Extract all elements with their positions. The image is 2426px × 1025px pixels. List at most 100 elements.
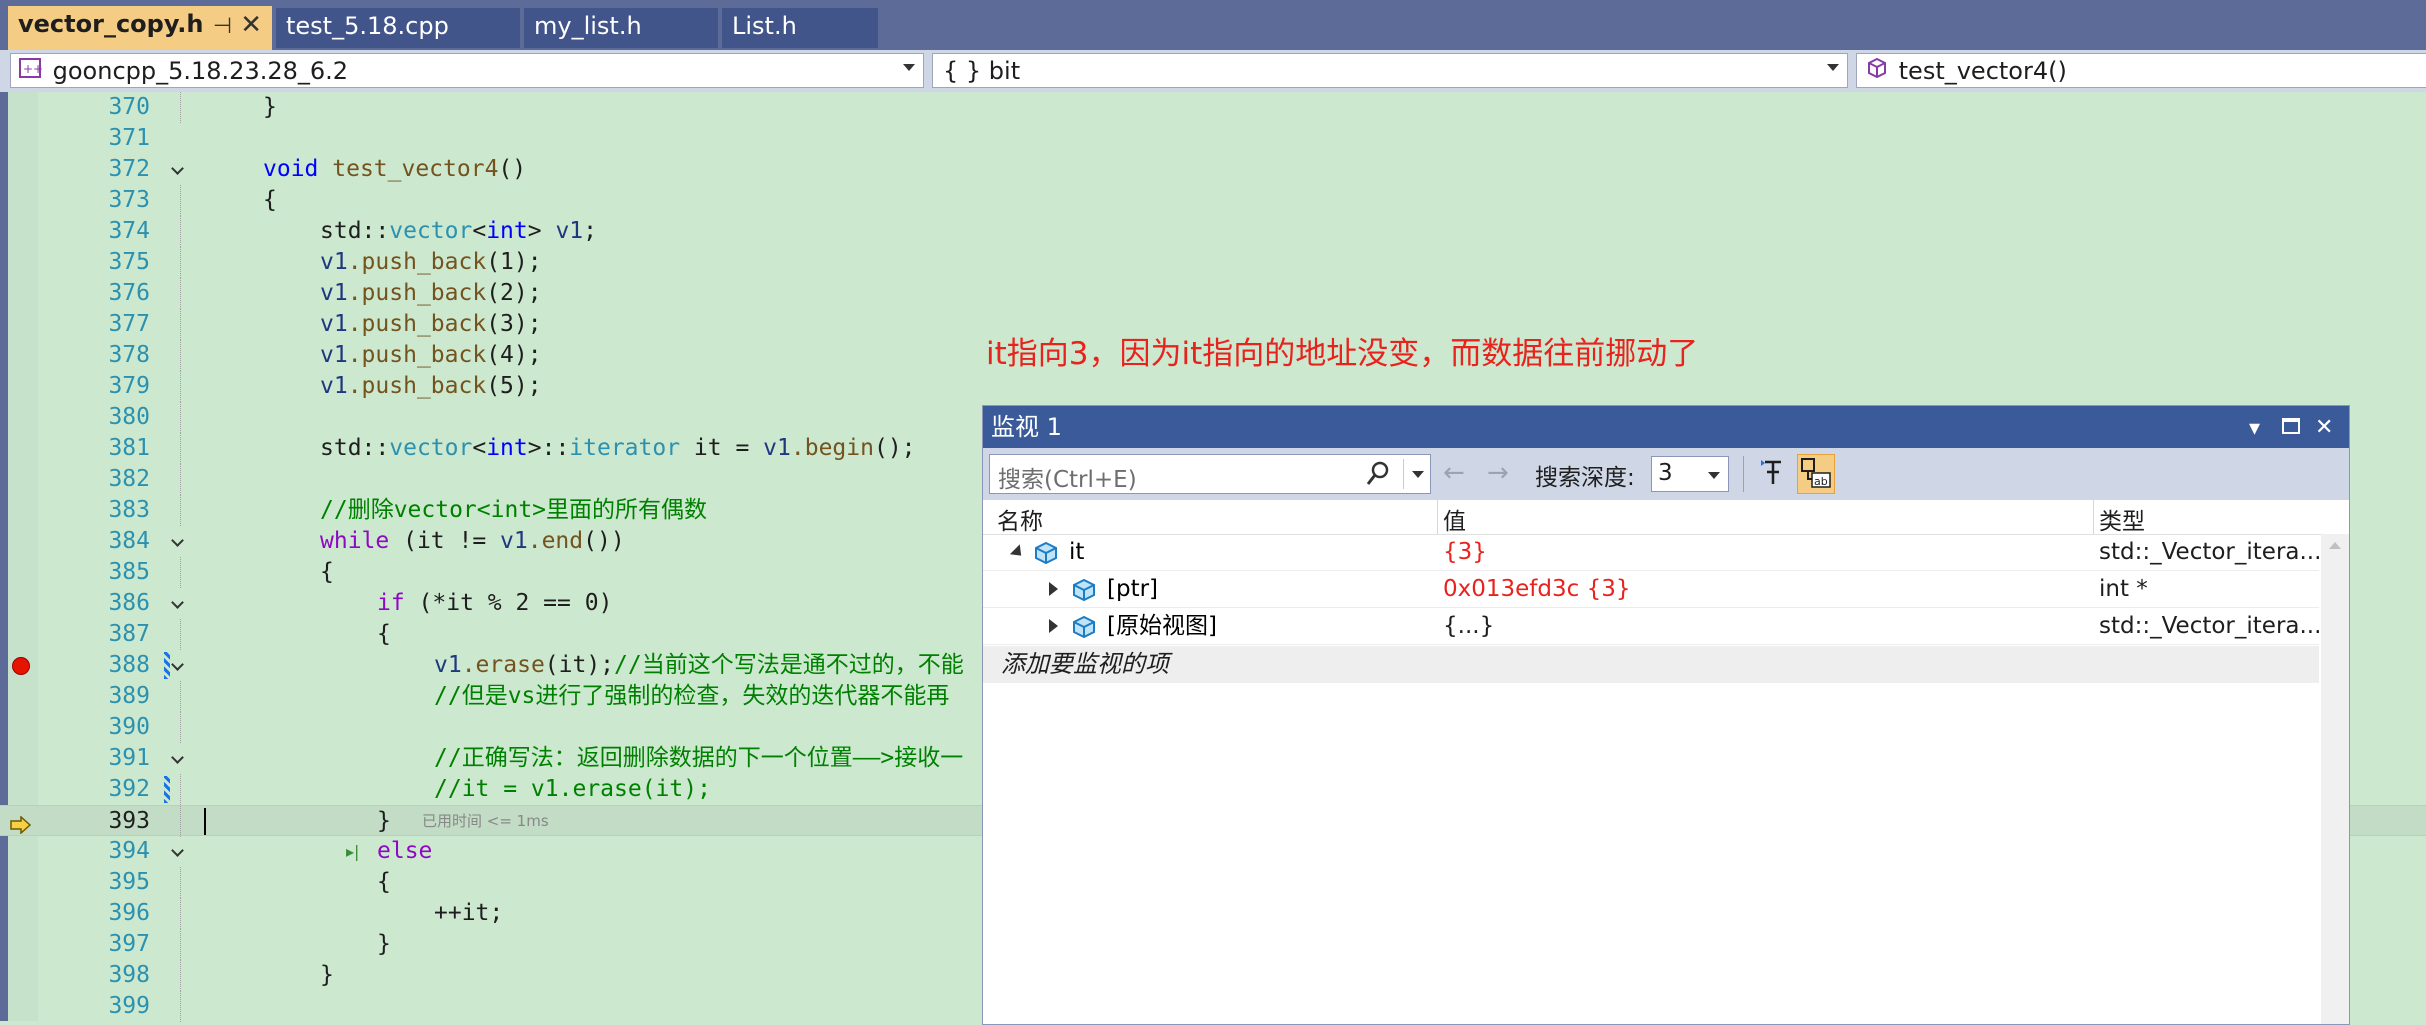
function-dropdown[interactable]: test_vector4(): [1856, 53, 2426, 88]
collapse-triangle-icon[interactable]: [1009, 544, 1027, 561]
watch-row-raw-view[interactable]: [原始视图] {...} std::_Vector_itera...: [983, 608, 2319, 645]
code-text: {: [320, 559, 334, 585]
line-number: 389: [108, 683, 150, 709]
code-line: 376 v1.push_back(2);: [0, 278, 2426, 309]
line-number: 392: [108, 776, 150, 802]
execution-pointer-icon[interactable]: [10, 812, 32, 835]
line-number: 388: [108, 652, 150, 678]
breakpoint-icon[interactable]: [12, 657, 30, 675]
function-name: test_vector4(): [1898, 57, 2067, 85]
chevron-down-icon: [903, 64, 915, 71]
watch-var-type: std::_Vector_itera...: [2099, 613, 2319, 639]
chevron-down-icon: [1708, 472, 1720, 479]
line-number: 397: [108, 931, 150, 957]
line-number: 382: [108, 466, 150, 492]
code-text: else: [377, 838, 433, 864]
code-text: {: [263, 187, 277, 213]
column-header-value[interactable]: 值: [1443, 502, 1466, 536]
variable-object-icon: [1071, 577, 1097, 603]
code-text: v1.push_back(5);: [320, 373, 542, 399]
line-number: 387: [108, 621, 150, 647]
watch-title-bar[interactable]: 监视 1 ▾ ✕: [983, 406, 2349, 448]
watch-row-it[interactable]: it {3} std::_Vector_itera...: [983, 534, 2319, 571]
close-icon[interactable]: ✕: [2315, 407, 2333, 449]
scope-dropdown[interactable]: { } bit: [932, 53, 1848, 88]
watch-var-value[interactable]: {3}: [1443, 534, 1487, 571]
watch-scrollbar[interactable]: [2321, 534, 2349, 1024]
chevron-down-icon[interactable]: [1412, 471, 1424, 478]
tab-list-h[interactable]: List.h: [722, 8, 878, 48]
add-watch-item[interactable]: 添加要监视的项: [983, 646, 2319, 683]
project-dropdown[interactable]: ++ gooncpp_5.18.23.28_6.2: [10, 53, 924, 88]
column-header-name[interactable]: 名称: [997, 502, 1043, 536]
code-text: ++it;: [434, 900, 504, 926]
watch-window[interactable]: 监视 1 ▾ ✕ 搜索(Ctrl+E) ← → 搜索深度: 3 ab 名称 值 …: [982, 405, 2350, 1025]
search-icon[interactable]: [1366, 461, 1390, 493]
tab-test-5-18-cpp[interactable]: test_5.18.cpp: [276, 8, 520, 48]
tab-my-list-h[interactable]: my_list.h: [524, 8, 718, 48]
code-text: if (*it % 2 == 0): [377, 590, 613, 616]
chevron-down-icon: [1827, 64, 1839, 71]
line-number: 384: [108, 528, 150, 554]
watch-title: 监视 1: [991, 413, 1062, 441]
line-number: 377: [108, 311, 150, 337]
fold-toggle[interactable]: [172, 535, 184, 547]
line-number: 381: [108, 435, 150, 461]
hex-display-toggle[interactable]: ab: [1797, 454, 1835, 494]
line-number: 398: [108, 962, 150, 988]
code-comment: //正确写法：返回删除数据的下一个位置——>接收一: [434, 745, 964, 771]
search-placeholder: 搜索(Ctrl+E): [998, 467, 1137, 493]
line-number: 383: [108, 497, 150, 523]
watch-row-ptr[interactable]: [ptr] 0x013efd3c {3} int *: [983, 571, 2319, 608]
fold-toggle[interactable]: [172, 845, 184, 857]
watch-var-value[interactable]: {...}: [1443, 608, 1494, 645]
search-previous-icon[interactable]: ←: [1443, 458, 1465, 488]
code-text: }: [377, 808, 391, 834]
code-line: 374 std::vector<int> v1;: [0, 216, 2426, 247]
line-number: 380: [108, 404, 150, 430]
column-header-type[interactable]: 类型: [2099, 502, 2145, 536]
watch-var-name: [原始视图]: [1107, 613, 1217, 639]
code-line: 370 }: [0, 92, 2426, 123]
watch-search-input[interactable]: 搜索(Ctrl+E): [989, 454, 1431, 494]
watch-var-value[interactable]: 0x013efd3c {3}: [1443, 571, 1630, 608]
line-number: 390: [108, 714, 150, 740]
line-number: 375: [108, 249, 150, 275]
fold-toggle[interactable]: [172, 597, 184, 609]
watch-var-name: it: [1069, 539, 1085, 565]
run-to-click-icon[interactable]: ▸|: [346, 836, 359, 867]
perf-tip[interactable]: 已用时间 <= 1ms: [422, 806, 549, 837]
code-text: v1.push_back(3);: [320, 311, 542, 337]
window-menu-icon[interactable]: ▾: [2249, 408, 2260, 450]
line-number: 378: [108, 342, 150, 368]
code-comment: //删除vector<int>里面的所有偶数: [320, 497, 708, 523]
code-comment: //it = v1.erase(it);: [434, 776, 711, 802]
code-comment: //但是vs进行了强制的检查，失效的迭代器不能再: [434, 683, 950, 709]
tab-vector-copy-h[interactable]: vector_copy.h ⊣ ✕: [8, 6, 272, 50]
line-number: 385: [108, 559, 150, 585]
search-next-icon[interactable]: →: [1487, 458, 1509, 488]
close-icon[interactable]: ✕: [240, 10, 262, 40]
fold-toggle[interactable]: [172, 163, 184, 175]
line-number: 393: [108, 808, 150, 834]
project-icon: ++: [17, 57, 45, 84]
fold-toggle[interactable]: [172, 752, 184, 764]
expand-triangle-icon[interactable]: [1049, 582, 1058, 596]
line-number: 371: [108, 125, 150, 151]
watch-column-headers: 名称 值 类型: [983, 500, 2349, 535]
svg-text:ab: ab: [1814, 475, 1828, 488]
line-number: 372: [108, 156, 150, 182]
scroll-up-icon[interactable]: [2329, 542, 2341, 549]
line-number: 396: [108, 900, 150, 926]
search-depth-select[interactable]: 3: [1651, 456, 1729, 492]
tab-label: vector_copy.h: [18, 10, 204, 38]
fold-toggle[interactable]: [172, 659, 184, 671]
code-line: 379 v1.push_back(5);: [0, 371, 2426, 402]
pin-icon[interactable]: ⊣: [213, 14, 232, 39]
code-text: v1.erase(it);//当前这个写法是通不过的，不能: [434, 652, 964, 678]
expand-triangle-icon[interactable]: [1049, 619, 1058, 633]
tab-label: List.h: [732, 12, 797, 40]
text-caret: [204, 808, 206, 835]
code-text: void test_vector4(): [263, 156, 527, 182]
pin-source-button[interactable]: [1755, 454, 1793, 494]
